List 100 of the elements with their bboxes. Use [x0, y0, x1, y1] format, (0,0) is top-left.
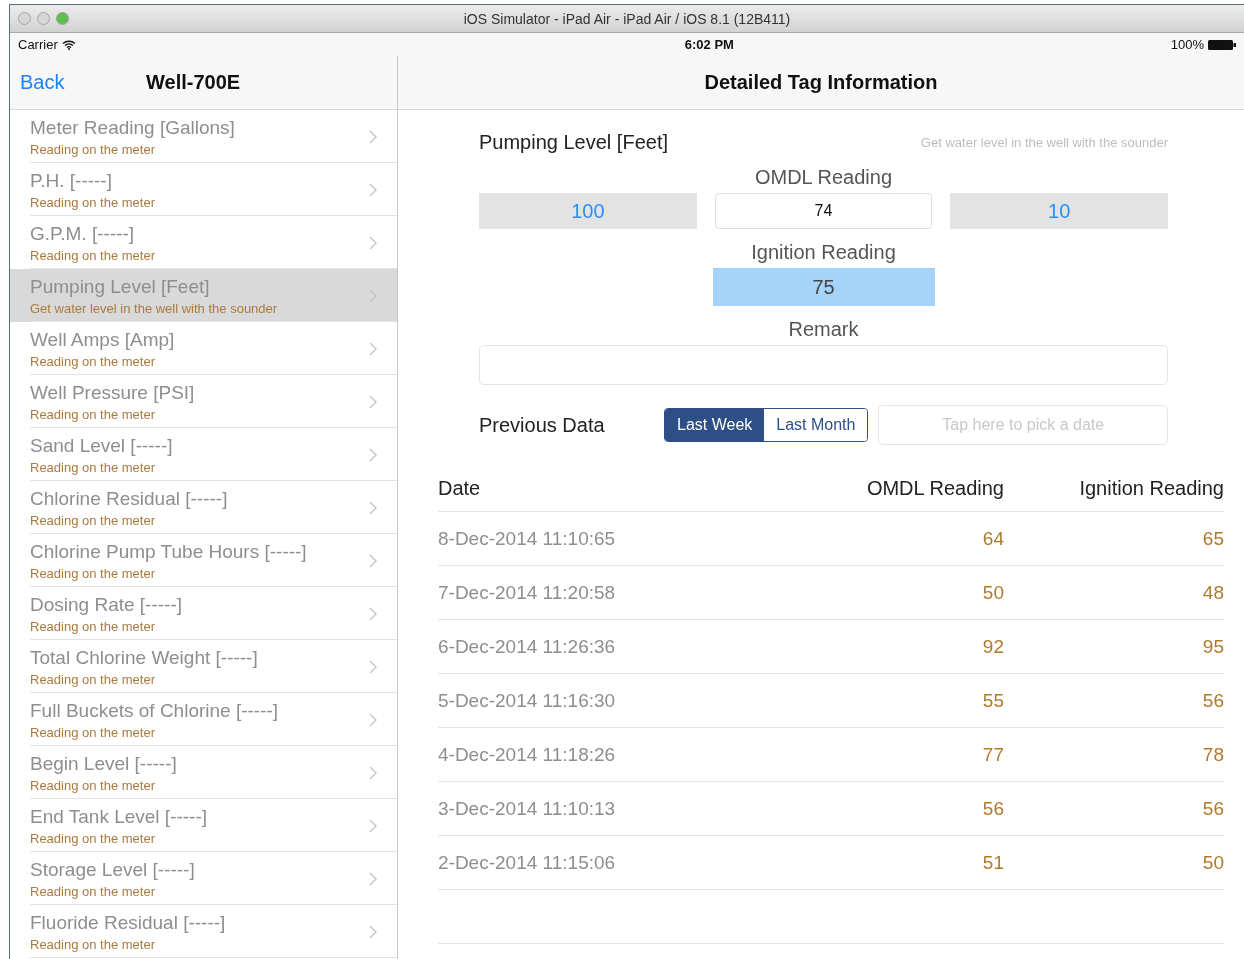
section-label: Previous Data	[479, 413, 606, 437]
item-title: Storage Level [-----]	[30, 858, 196, 881]
list-item[interactable]: Full Buckets of Chlorine [-----] Reading on the meter	[10, 693, 397, 746]
omdl-input-field[interactable]: 74	[714, 193, 933, 229]
item-subtitle: Get water level in the well with the sounder	[30, 300, 279, 316]
table-cell-text: 2-Dec-2014 11:15:06	[438, 851, 617, 874]
table-cell-text: 56	[1201, 797, 1224, 820]
chevron-icon	[369, 394, 377, 409]
field-label: Remark	[788, 318, 859, 341]
chevron-icon	[369, 606, 377, 621]
table-cell-text: 6-Dec-2014 11:26:36	[438, 635, 617, 658]
item-subtitle: Reading on the meter	[30, 618, 157, 634]
table-cell-text: 95	[1201, 635, 1224, 658]
item-title: Full Buckets of Chlorine [-----]	[30, 699, 280, 722]
list-item[interactable]: Chlorine Pump Tube Hours [-----] Reading on the meter	[10, 534, 397, 587]
navigation-title: Detailed Tag Information	[704, 71, 938, 94]
list-item[interactable]: G.P.M. [-----] Reading on the meter	[10, 216, 397, 269]
table-cell-text: 7-Dec-2014 11:20:58	[438, 581, 617, 604]
list-item[interactable]: Dosing Rate [-----] Reading on the meter	[10, 587, 397, 640]
battery-percentage: 100%	[1170, 37, 1204, 52]
table-cell-text: 4-Dec-2014 11:18:26	[438, 743, 617, 766]
item-subtitle: Reading on the meter	[30, 141, 157, 157]
chevron-icon	[369, 129, 377, 144]
item-subtitle: Reading on the meter	[30, 512, 157, 528]
list-item[interactable]: Total Chlorine Weight [-----] Reading on the meter	[10, 640, 397, 693]
item-title: Sand Level [-----]	[30, 434, 174, 457]
window-button-icon[interactable]	[56, 12, 69, 25]
chevron-icon	[369, 871, 377, 886]
column-header: Date	[438, 476, 482, 500]
item-subtitle: Reading on the meter	[30, 671, 157, 687]
column-header: OMDL Reading	[865, 476, 1004, 500]
list-item[interactable]: Fluoride Residual [-----] Reading on the meter	[10, 905, 397, 958]
item-subtitle: Reading on the meter	[30, 406, 157, 422]
tag-hint: Get water level in the well with the sounder	[920, 134, 1168, 150]
ignition-input-field[interactable]: 75	[712, 268, 935, 306]
chevron-icon	[369, 500, 377, 515]
window-button-icon[interactable]	[18, 12, 31, 25]
remark-input-field[interactable]	[479, 345, 1168, 385]
next-value-button[interactable]: 10	[950, 193, 1168, 229]
list-item[interactable]: Chlorine Residual [-----] Reading on the meter	[10, 481, 397, 534]
battery-icon	[1208, 39, 1236, 50]
list-item[interactable]: Begin Level [-----] Reading on the meter	[10, 746, 397, 799]
table-cell-text: 8-Dec-2014 11:10:65	[438, 527, 617, 550]
item-title: G.P.M. [-----]	[30, 222, 136, 245]
list-item[interactable]: P.H. [-----] Reading on the meter	[10, 163, 397, 216]
item-subtitle: Reading on the meter	[30, 247, 157, 263]
item-title: Well Pressure [PSI]	[30, 381, 196, 404]
list-item[interactable]: End Tank Level [-----] Reading on the meter	[10, 799, 397, 852]
item-subtitle: Reading on the meter	[30, 194, 157, 210]
item-subtitle: Reading on the meter	[30, 724, 157, 740]
chevron-icon	[369, 818, 377, 833]
wifi-icon	[61, 39, 76, 50]
window-button-icon[interactable]	[37, 12, 50, 25]
table-cell-text: 56	[981, 797, 1004, 820]
table-cell-text: 55	[981, 689, 1004, 712]
back-button[interactable]: Back	[20, 71, 146, 94]
item-subtitle: Reading on the meter	[30, 777, 157, 793]
period-segment[interactable]: Last Week	[665, 409, 765, 441]
table-cell-text: 56	[1201, 689, 1224, 712]
column-header: Ignition Reading	[1078, 476, 1224, 500]
chevron-icon	[369, 553, 377, 568]
table-cell-text: 51	[981, 851, 1004, 874]
table-cell-text: 78	[1201, 743, 1224, 766]
item-title: Chlorine Pump Tube Hours [-----]	[30, 540, 308, 563]
item-title: Pumping Level [Feet]	[30, 275, 211, 298]
item-subtitle: Reading on the meter	[30, 883, 157, 899]
item-subtitle: Reading on the meter	[30, 936, 157, 952]
table-cell-text: 5-Dec-2014 11:16:30	[438, 689, 617, 712]
carrier-label: Carrier	[18, 37, 58, 52]
chevron-icon	[369, 924, 377, 939]
table-cell-text: 3-Dec-2014 11:10:13	[438, 797, 617, 820]
item-title: Total Chlorine Weight [-----]	[30, 646, 259, 669]
status-time: 6:02 PM	[683, 37, 735, 52]
item-title: Meter Reading [Gallons]	[30, 116, 236, 139]
list-item[interactable]: Well Amps [Amp] Reading on the meter	[10, 322, 397, 375]
field-label: Ignition Reading	[751, 241, 896, 264]
navigation-title: Well-700E	[146, 71, 241, 94]
item-subtitle: Reading on the meter	[30, 565, 157, 581]
previous-value-button[interactable]: 100	[479, 193, 697, 229]
item-subtitle: Reading on the meter	[30, 459, 157, 475]
chevron-icon	[369, 182, 377, 197]
table-cell-text: 50	[1201, 851, 1224, 874]
item-title: Chlorine Residual [-----]	[30, 487, 229, 510]
list-item[interactable]: Storage Level [-----] Reading on the meter	[10, 852, 397, 905]
list-item[interactable]: Well Pressure [PSI] Reading on the meter	[10, 375, 397, 428]
item-title: End Tank Level [-----]	[30, 805, 209, 828]
list-item[interactable]: Pumping Level [Feet] Get water level in the well with the sounder	[10, 269, 397, 322]
item-title: Fluoride Residual [-----]	[30, 911, 227, 934]
chevron-icon	[369, 235, 377, 250]
list-item[interactable]: Sand Level [-----] Reading on the meter	[10, 428, 397, 481]
table-cell-text: 64	[981, 527, 1004, 550]
item-title: Well Amps [Amp]	[30, 328, 176, 351]
table-cell-text: 92	[981, 635, 1004, 658]
chevron-icon	[369, 765, 377, 780]
list-item[interactable]: Meter Reading [Gallons] Reading on the meter	[10, 110, 397, 163]
window-title: iOS Simulator - iPad Air - iPad Air / iOS 8.1 (12B411)	[462, 10, 792, 27]
table-cell-text: 65	[1201, 527, 1224, 550]
chevron-icon	[369, 712, 377, 727]
table-cell-text: 77	[981, 743, 1004, 766]
chevron-icon	[369, 447, 377, 462]
